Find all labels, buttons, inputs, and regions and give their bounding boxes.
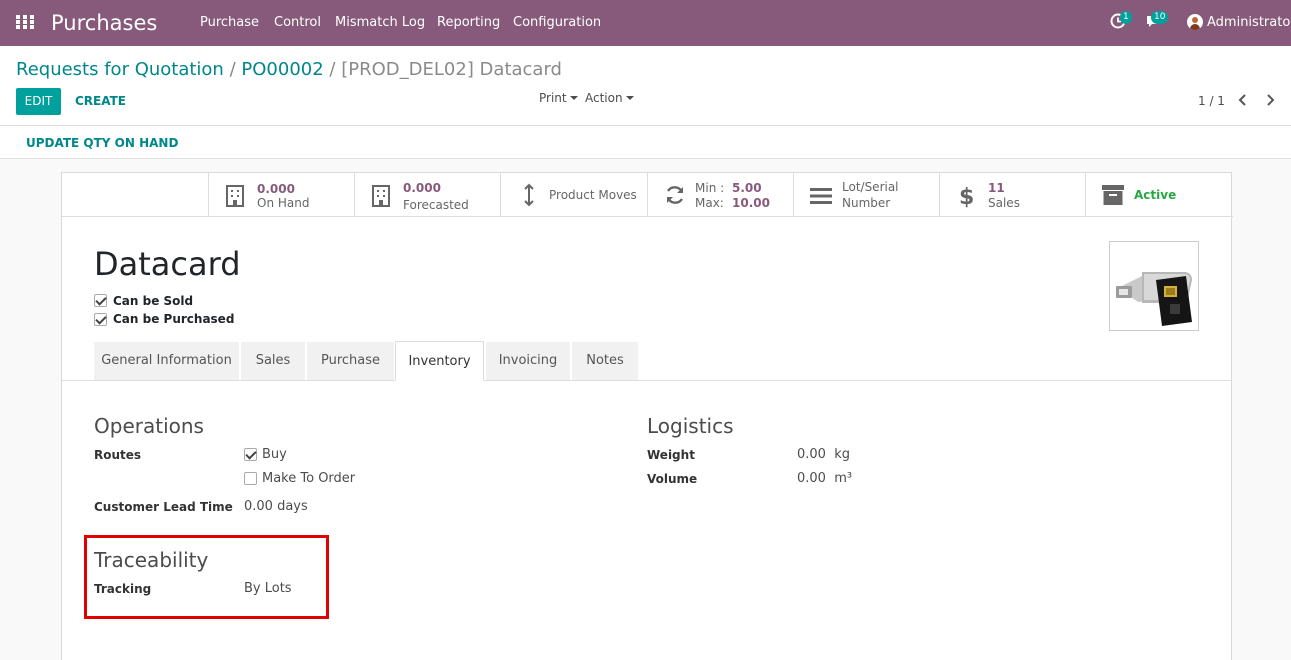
can-be-purchased-label: Can be Purchased <box>113 312 235 326</box>
tab-purchase[interactable]: Purchase <box>307 342 394 380</box>
route-buy-label: Buy <box>262 447 287 462</box>
route-buy-checkbox[interactable] <box>244 448 257 461</box>
breadcrumb-separator: / <box>229 59 236 80</box>
caret-down-icon <box>625 96 634 100</box>
control-panel: Requests for Quotation / PO00002 / [PROD… <box>0 46 1291 126</box>
bars-icon <box>810 188 832 204</box>
weight-unit: kg <box>834 447 850 462</box>
min-value: 5.00 <box>732 181 762 195</box>
edit-button[interactable]: EDIT <box>16 88 61 115</box>
volume-value[interactable]: 0.00 m³ <box>797 471 852 486</box>
volume-number: 0.00 <box>797 471 826 486</box>
logistics-title: Logistics <box>647 414 734 438</box>
tabs-divider <box>62 380 1231 381</box>
action-dropdown[interactable]: Action <box>585 91 634 105</box>
max-value: 10.00 <box>732 196 770 210</box>
breadcrumb-current: [PROD_DEL02] Datacard <box>341 59 562 80</box>
product-moves-label: Product Moves <box>549 188 637 202</box>
breadcrumb: Requests for Quotation / PO00002 / [PROD… <box>16 59 562 80</box>
print-dropdown[interactable]: Print <box>539 91 578 105</box>
on-hand-label: On Hand <box>257 196 310 210</box>
tab-sales[interactable]: Sales <box>241 342 305 380</box>
menu-mismatch-log[interactable]: Mismatch Log <box>335 15 425 30</box>
can-be-sold-label: Can be Sold <box>113 294 194 308</box>
arrows-vertical-icon <box>524 183 534 207</box>
weight-number: 0.00 <box>797 447 826 462</box>
lot-serial-number-label: Number <box>842 196 891 210</box>
building-icon <box>226 185 244 207</box>
tab-notes[interactable]: Notes <box>572 342 638 380</box>
sales-button[interactable]: $ 11 Sales <box>939 173 1085 217</box>
product-moves-button[interactable]: Product Moves <box>500 173 647 217</box>
max-label: Max: <box>695 196 724 210</box>
update-qty-on-hand-button[interactable]: UPDATE QTY ON HAND <box>26 136 178 150</box>
apps-menu-icon[interactable] <box>16 15 34 29</box>
customer-lead-time-label: Customer Lead Time <box>94 500 233 514</box>
min-max-button[interactable]: Min : 5.00 Max: 10.00 <box>647 173 793 217</box>
menu-control[interactable]: Control <box>274 15 321 30</box>
user-menu[interactable]: Administrator <box>1207 15 1291 30</box>
weight-label: Weight <box>647 448 695 462</box>
routes-label: Routes <box>94 448 142 462</box>
user-avatar[interactable] <box>1187 14 1203 30</box>
volume-unit: m³ <box>834 471 853 486</box>
can-be-purchased-checkbox[interactable] <box>94 313 107 326</box>
activity-badge: 1 <box>1120 11 1132 24</box>
weight-value[interactable]: 0.00 kg <box>797 447 850 462</box>
archive-icon <box>1102 185 1124 205</box>
on-hand-value: 0.000 <box>257 182 295 196</box>
menu-purchase[interactable]: Purchase <box>200 15 259 30</box>
route-mto-checkbox[interactable] <box>244 472 257 485</box>
refresh-icon <box>666 186 684 204</box>
forecasted-button[interactable]: 0.000 Forecasted <box>354 173 500 217</box>
sales-label: Sales <box>988 196 1020 210</box>
app-title: Purchases <box>51 11 158 35</box>
action-label: Action <box>585 91 623 105</box>
operations-title: Operations <box>94 414 204 438</box>
menu-configuration[interactable]: Configuration <box>513 15 601 30</box>
route-mto-label: Make To Order <box>262 471 356 486</box>
tab-invoicing[interactable]: Invoicing <box>486 342 570 380</box>
product-name[interactable]: Datacard <box>94 245 241 283</box>
usb-datacard-image <box>1116 272 1192 326</box>
top-navbar: Purchases Purchase Control Mismatch Log … <box>0 0 1291 46</box>
breadcrumb-rfq-link[interactable]: Requests for Quotation <box>16 59 224 80</box>
sales-value: 11 <box>988 181 1005 195</box>
menu-reporting[interactable]: Reporting <box>437 15 500 30</box>
active-toggle-button[interactable]: Active <box>1085 173 1232 217</box>
building-icon <box>372 185 390 207</box>
form-statusbar: UPDATE QTY ON HAND <box>0 127 1291 159</box>
customer-lead-time-value[interactable]: 0.00 days <box>244 499 308 514</box>
on-hand-button[interactable]: 0.000 On Hand <box>208 173 354 217</box>
tab-general-information[interactable]: General Information <box>94 342 239 380</box>
print-label: Print <box>539 91 567 105</box>
volume-label: Volume <box>647 472 698 486</box>
svg-text:$: $ <box>959 185 974 209</box>
pager-next-icon[interactable] <box>1264 94 1276 106</box>
traceability-highlight-box <box>84 535 329 619</box>
breadcrumb-po-link[interactable]: PO00002 <box>241 59 323 80</box>
lot-serial-button[interactable]: Lot/Serial Number <box>793 173 939 217</box>
forecasted-label: Forecasted <box>403 198 469 212</box>
pager-value[interactable]: 1 / 1 <box>1198 94 1225 108</box>
lot-serial-label: Lot/Serial <box>842 180 899 194</box>
active-label: Active <box>1134 188 1177 202</box>
min-label: Min : <box>695 181 725 195</box>
can-be-sold-checkbox[interactable] <box>94 294 107 307</box>
pager-previous-icon[interactable] <box>1237 94 1249 106</box>
caret-down-icon <box>569 96 578 100</box>
tab-inventory[interactable]: Inventory <box>395 341 484 381</box>
breadcrumb-separator: / <box>329 59 336 80</box>
forecasted-value: 0.000 <box>403 181 441 195</box>
messages-badge: 10 <box>1151 11 1169 24</box>
create-button[interactable]: CREATE <box>75 94 126 108</box>
product-image[interactable] <box>1109 241 1199 331</box>
dollar-icon: $ <box>959 185 974 209</box>
